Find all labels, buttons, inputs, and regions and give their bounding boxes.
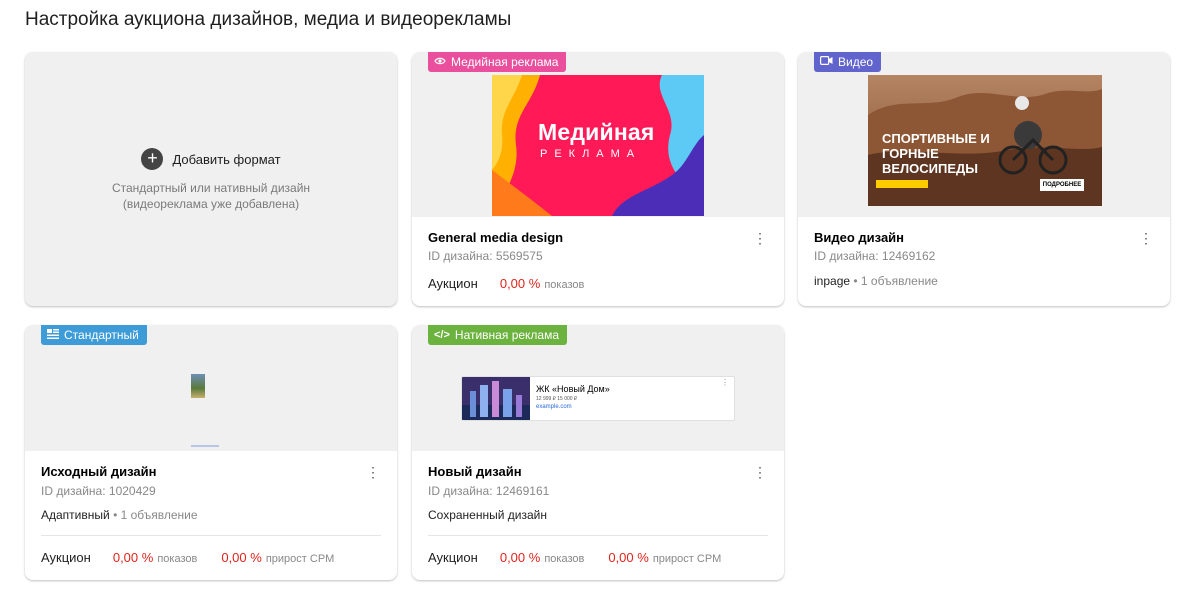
divider [41,535,381,536]
more-vertical-icon[interactable]: ⋮ [752,230,768,246]
native-ad-preview: ЖК «Новый Дом» 12 999 ₽ 15 000 ₽ example… [461,376,735,421]
more-vertical-icon[interactable]: ⋮ [365,464,381,480]
design-title: General media design [428,230,564,245]
video-banner-text: СПОРТИВНЫЕ И ГОРНЫЕ ВЕЛОСИПЕДЫ [882,131,990,176]
badge-video: Видео [814,52,882,72]
plus-icon: + [141,148,164,170]
divider [428,535,768,536]
video-banner-button: ПОДРОБНЕЕ [1040,179,1084,191]
design-title: Новый дизайн [428,464,522,479]
design-card-video[interactable]: СПОРТИВНЫЕ И ГОРНЫЕ ВЕЛОСИПЕДЫ ПОДРОБНЕЕ… [798,52,1170,306]
design-meta: inpage • 1 объявление [814,274,938,288]
design-card-standard[interactable]: Стандартный Исходный дизайн ⋮ ID дизайна… [25,325,397,580]
design-card-native[interactable]: ЖК «Новый Дом» 12 999 ₽ 15 000 ₽ example… [412,325,784,580]
more-vertical-icon[interactable]: ⋮ [1138,230,1154,246]
native-ad-image [462,377,530,420]
auction-metrics: Аукцион 0,00 % показов 0,00 % прирост CP… [428,550,722,565]
design-id: ID дизайна: 5569575 [428,249,543,263]
badge-standard: Стандартный [41,325,147,345]
page-title: Настройка аукциона дизайнов, медиа и вид… [25,9,512,30]
layout-icon [47,328,59,342]
eye-icon [434,57,446,68]
auction-metrics: Аукцион 0,00 % показов 0,00 % прирост CP… [41,550,335,565]
auction-metrics: Аукцион 0,00 % показов [428,276,585,291]
add-format-description: Стандартный или нативный дизайн (видеоре… [111,181,311,211]
design-id: ID дизайна: 12469162 [814,249,936,263]
more-vertical-icon: ⋮ [721,378,729,387]
design-id: ID дизайна: 1020429 [41,484,156,498]
design-title: Исходный дизайн [41,464,157,479]
add-format-button[interactable]: + Добавить формат [141,148,281,170]
design-meta: Сохраненный дизайн [428,508,547,522]
design-title: Видео дизайн [814,230,905,245]
design-meta: Адаптивный • 1 объявление [41,508,198,522]
add-format-card[interactable]: + Добавить формат Стандартный или нативн… [25,52,397,306]
more-vertical-icon[interactable]: ⋮ [752,464,768,480]
add-format-label: Добавить формат [172,151,281,167]
design-preview: СПОРТИВНЫЕ И ГОРНЫЕ ВЕЛОСИПЕДЫ ПОДРОБНЕЕ [798,52,1170,217]
design-card-media[interactable]: Медийная РЕКЛАМА Медийная реклама Genera… [412,52,784,306]
video-camera-icon [820,56,833,68]
media-banner-image: Медийная РЕКЛАМА [492,75,704,216]
design-id: ID дизайна: 12469161 [428,484,550,498]
thumbnail-image [191,374,205,398]
code-icon: </> [434,328,450,341]
badge-native: </> Нативная реклама [428,325,568,345]
thumbnail-strip [191,445,219,447]
design-preview: Медийная РЕКЛАМА [412,52,784,217]
badge-media: Медийная реклама [428,52,567,72]
video-banner-image: СПОРТИВНЫЕ И ГОРНЫЕ ВЕЛОСИПЕДЫ ПОДРОБНЕЕ [868,75,1102,206]
